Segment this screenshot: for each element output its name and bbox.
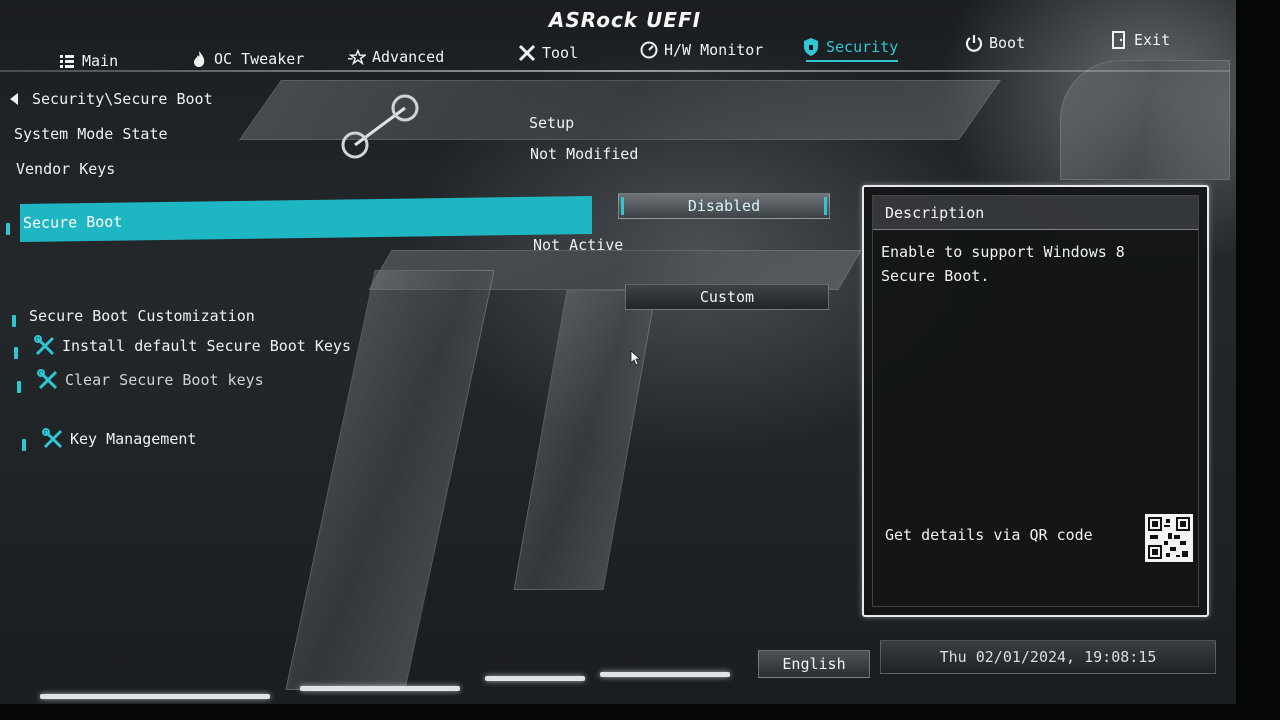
description-panel-inner: Description Enable to support Windows 8 …: [872, 195, 1199, 607]
breadcrumb[interactable]: Security\Secure Boot: [10, 90, 213, 108]
row-marker: [6, 223, 10, 235]
uefi-screen: ASRock UEFI Main OC Tweaker Advanced Too…: [0, 0, 1280, 720]
gauge-icon: [640, 41, 658, 59]
flame-icon: [190, 50, 208, 68]
background-art: [238, 80, 1002, 140]
exit-door-icon: [1110, 31, 1128, 49]
footer-accent-bar: [40, 694, 270, 699]
secure-boot-customization-label: Secure Boot Customization: [29, 307, 255, 325]
mouse-cursor-icon: [630, 350, 642, 366]
key-management-item[interactable]: Key Management: [42, 428, 196, 450]
system-mode-state-label: System Mode State: [14, 125, 168, 143]
secure-boot-label: Secure Boot: [23, 212, 123, 232]
row-marker: [17, 381, 21, 393]
wrench-screwdriver-icon: [34, 335, 56, 357]
tab-tool-label: Tool: [542, 44, 579, 62]
row-marker: [14, 347, 18, 359]
wrench-screwdriver-icon: [37, 369, 59, 391]
qr-code-label: Get details via QR code: [885, 526, 1093, 544]
footer-accent-bar: [300, 686, 460, 691]
tab-exit[interactable]: Exit: [1110, 23, 1170, 57]
breadcrumb-text: Security\Secure Boot: [32, 90, 213, 108]
description-text: Enable to support Windows 8 Secure Boot.: [881, 243, 1125, 285]
tab-divider: [0, 70, 1230, 72]
install-default-keys-label: Install default Secure Boot Keys: [62, 337, 351, 355]
power-icon: [965, 34, 983, 52]
wrench-screwdriver-icon: [42, 428, 64, 450]
tab-boot-label: Boot: [989, 34, 1026, 52]
tab-exit-label: Exit: [1134, 31, 1171, 49]
tab-main[interactable]: Main: [58, 44, 118, 78]
install-default-keys-item[interactable]: Install default Secure Boot Keys: [34, 335, 351, 357]
tab-boot[interactable]: Boot: [965, 26, 1025, 60]
secure-boot-customization-value-button[interactable]: Custom: [625, 284, 829, 310]
tab-security-label: Security: [826, 38, 899, 56]
vendor-keys-value: Not Modified: [530, 145, 639, 163]
tab-hw-monitor[interactable]: H/W Monitor: [640, 33, 763, 67]
secure-boot-row[interactable]: Secure Boot: [20, 196, 592, 242]
qr-code[interactable]: [1145, 514, 1193, 562]
datetime-display: Thu 02/01/2024, 19:08:15: [880, 640, 1216, 674]
tab-tool[interactable]: Tool: [518, 36, 578, 70]
system-mode-state-value: Setup: [529, 114, 575, 132]
row-marker: [22, 439, 26, 451]
tab-advanced-label: Advanced: [372, 48, 445, 66]
footer-accent-bar: [485, 676, 585, 681]
tab-security[interactable]: Security: [802, 30, 899, 64]
background-art: [513, 290, 657, 590]
tab-oc-tweaker-label: OC Tweaker: [214, 50, 305, 68]
background-art: [285, 270, 495, 690]
tab-hw-monitor-label: H/W Monitor: [664, 41, 764, 59]
key-management-label: Key Management: [70, 430, 197, 448]
monitor-bezel: [1236, 0, 1280, 720]
description-title: Description: [873, 196, 1198, 230]
main-tab-bar: Main OC Tweaker Advanced Tool H/W Monito…: [0, 30, 1230, 70]
description-panel: Description Enable to support Windows 8 …: [862, 185, 1209, 617]
secure-boot-status: Not Active: [533, 236, 624, 254]
monitor-bezel: [0, 704, 1280, 720]
shield-icon: [802, 38, 820, 56]
background-circuit-art: [341, 94, 419, 159]
vendor-keys-label: Vendor Keys: [16, 160, 116, 178]
language-button[interactable]: English: [758, 650, 870, 678]
row-marker: [12, 315, 16, 327]
secure-boot-value-button[interactable]: Disabled: [618, 193, 830, 219]
tab-advanced[interactable]: Advanced: [348, 40, 444, 74]
tools-icon: [518, 44, 536, 62]
background-art: [1060, 60, 1230, 180]
footer-accent-bar: [600, 672, 730, 677]
clear-secure-boot-keys-item[interactable]: Clear Secure Boot keys: [37, 369, 264, 391]
list-icon: [58, 52, 76, 70]
tab-main-label: Main: [82, 52, 119, 70]
star-icon: [348, 48, 366, 66]
back-arrow-icon[interactable]: [10, 93, 18, 105]
brand-logo: ASRock UEFI: [548, 8, 702, 32]
clear-secure-boot-keys-label: Clear Secure Boot keys: [65, 371, 264, 389]
